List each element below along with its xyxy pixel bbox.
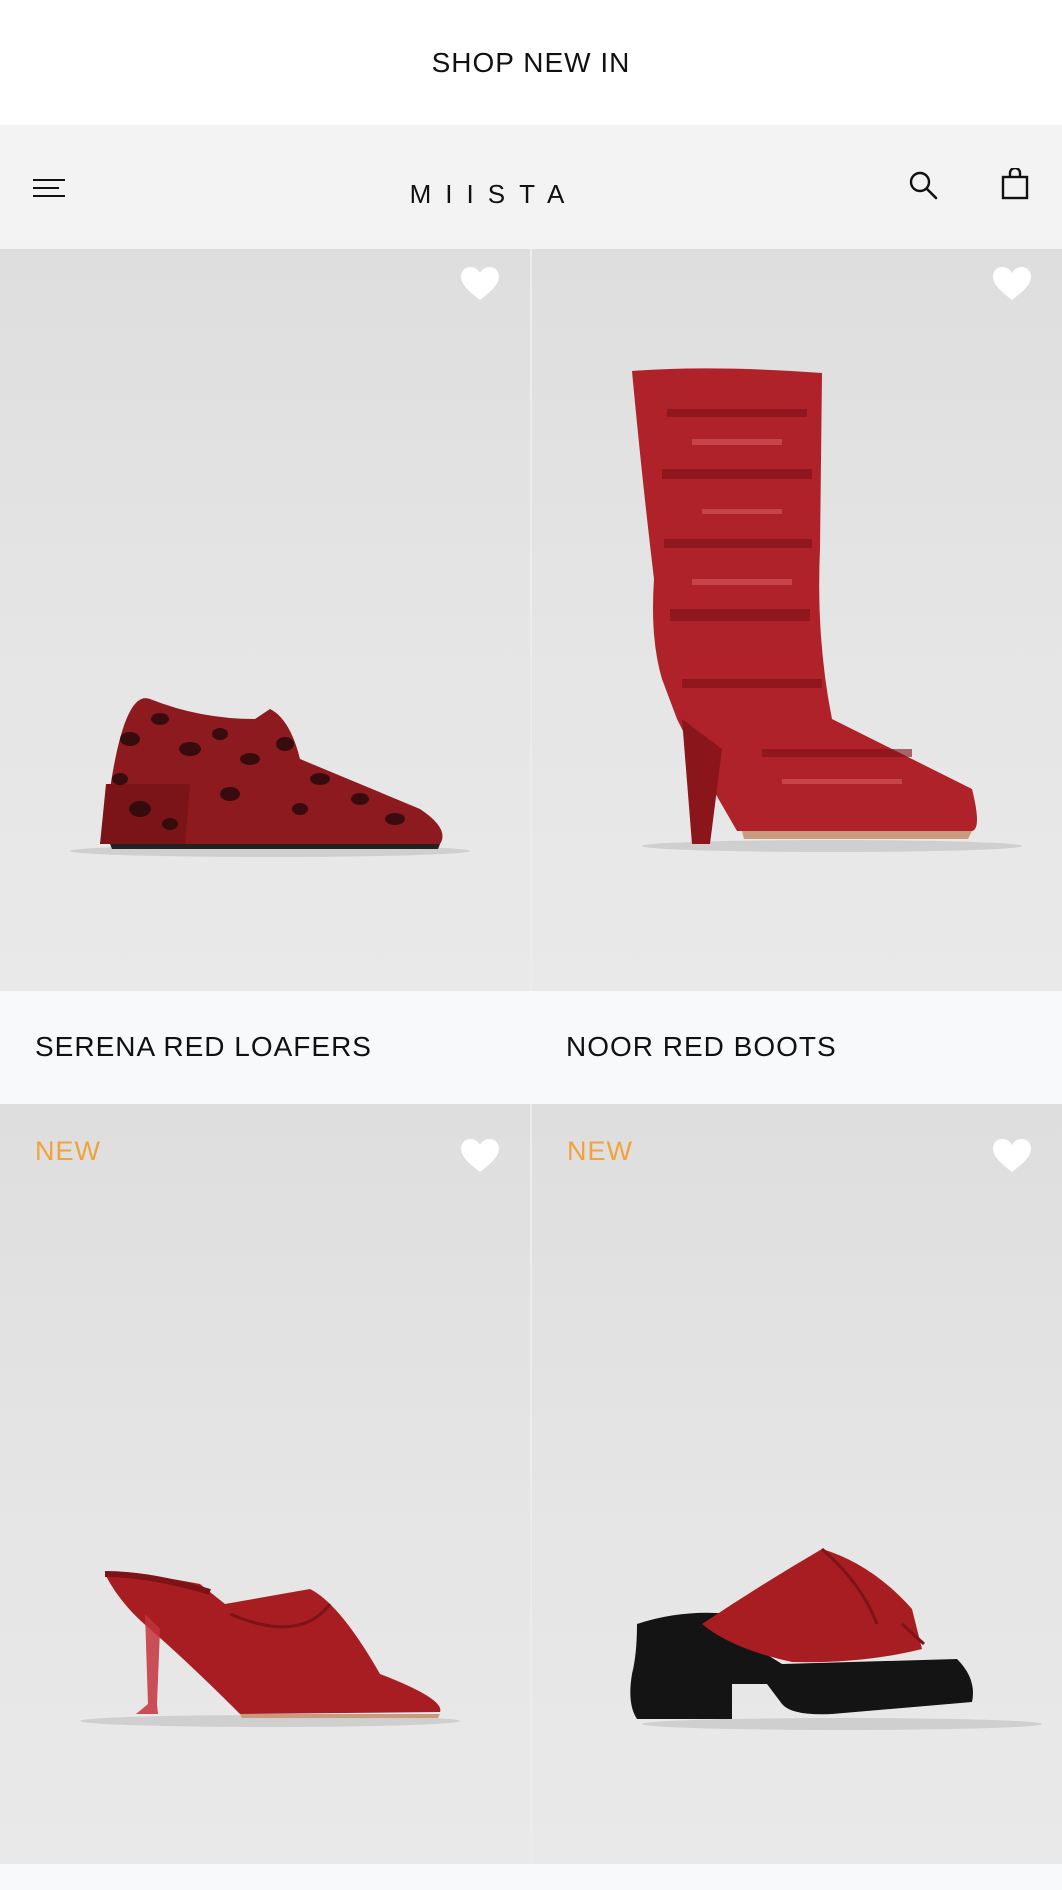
search-icon[interactable] bbox=[908, 170, 938, 200]
heart-icon[interactable] bbox=[992, 266, 1032, 302]
heart-icon[interactable] bbox=[460, 1138, 500, 1174]
menu-icon[interactable] bbox=[33, 177, 65, 199]
platform-mule-image bbox=[630, 1547, 1042, 1730]
product-card-new-mule[interactable]: NEW bbox=[0, 1104, 530, 1864]
logo-text: MIISTA bbox=[409, 179, 579, 209]
new-badge: NEW bbox=[35, 1136, 101, 1166]
shopping-bag-icon[interactable] bbox=[1001, 168, 1029, 200]
promo-banner: SHOP NEW IN bbox=[0, 0, 1062, 125]
heart-icon[interactable] bbox=[992, 1138, 1032, 1174]
product-names-row: SERENA RED LOAFERS NOOR RED BOOTS bbox=[0, 991, 1062, 1104]
mule-heel-image bbox=[80, 1571, 460, 1727]
product-card-new-platform[interactable]: NEW bbox=[530, 1104, 1062, 1864]
logo[interactable]: MIISTA bbox=[405, 181, 569, 207]
product-card-serena-red-loafers[interactable] bbox=[0, 249, 530, 991]
product-card-noor-red-boots[interactable] bbox=[530, 249, 1062, 991]
heart-icon[interactable] bbox=[460, 266, 500, 302]
product-names-row-partial bbox=[0, 1864, 1062, 1890]
boot-image bbox=[632, 368, 1022, 852]
loafer-image bbox=[70, 698, 470, 857]
site-header: MIISTA bbox=[0, 125, 1062, 249]
product-name[interactable]: NOOR RED BOOTS bbox=[566, 1031, 837, 1063]
product-name[interactable]: SERENA RED LOAFERS bbox=[35, 1031, 372, 1063]
new-badge: NEW bbox=[567, 1136, 633, 1166]
shop-new-in-link[interactable]: SHOP NEW IN bbox=[432, 47, 631, 79]
